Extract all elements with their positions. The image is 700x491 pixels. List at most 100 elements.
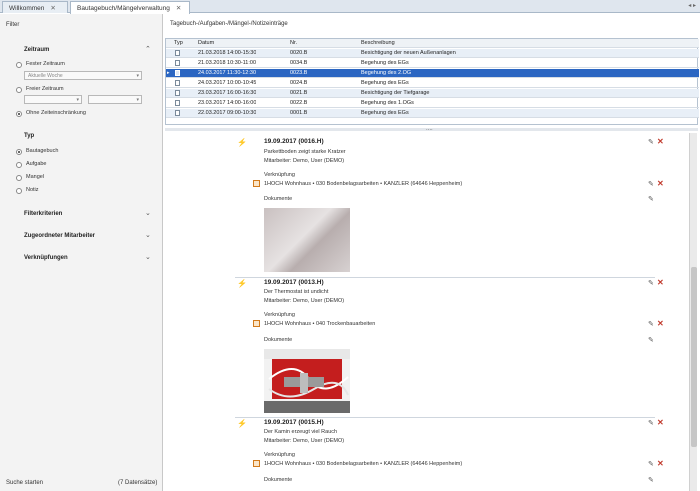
typ-option-label: Bautagebuch bbox=[26, 148, 59, 154]
delete-x-icon[interactable]: ✕ bbox=[657, 179, 664, 188]
table-row-selected[interactable]: ▸ 24.03.2017 11:30-12:30 0023.B Begehung… bbox=[166, 69, 699, 78]
chevron-down-icon[interactable]: ⌄ bbox=[145, 253, 151, 261]
edit-pencil-icon[interactable]: ✎ bbox=[648, 336, 654, 344]
zeitraum-heading[interactable]: Zeitraum bbox=[24, 47, 49, 53]
table-row[interactable]: 23.03.2017 16:00-16:30 0021.B Besichtigu… bbox=[166, 89, 699, 98]
cell-beschreibung: Begehung des 1.OGs bbox=[361, 100, 414, 106]
radio-freier-zeitraum[interactable] bbox=[16, 87, 22, 93]
edit-pencil-icon[interactable]: ✎ bbox=[648, 279, 654, 287]
document-icon bbox=[175, 100, 180, 106]
freier-zeitraum-label: Freier Zeitraum bbox=[26, 86, 64, 92]
fester-zeitraum-select[interactable]: Aktuelle Woche ▾ bbox=[24, 71, 142, 80]
vertical-scrollbar[interactable] bbox=[689, 133, 697, 491]
tab-scroll-arrows[interactable]: ◂ ▸ bbox=[688, 2, 696, 9]
tab-willkommen[interactable]: Willkommen ✕ bbox=[2, 1, 68, 13]
cell-beschreibung: Begehung des EGs bbox=[361, 80, 409, 86]
cell-nr: 0021.B bbox=[290, 90, 308, 96]
entry-mitarbeiter: Mitarbeiter: Demo, User (DEMO) bbox=[264, 298, 345, 304]
column-typ[interactable]: Typ bbox=[174, 40, 183, 46]
link-icon bbox=[253, 180, 260, 187]
entry-mitarbeiter: Mitarbeiter: Demo, User (DEMO) bbox=[264, 158, 345, 164]
edit-pencil-icon[interactable]: ✎ bbox=[648, 320, 654, 328]
radio-ohne-zeiteinschraenkung[interactable] bbox=[16, 111, 22, 117]
cell-datum: 21.03.2018 10:30-11:00 bbox=[198, 60, 257, 66]
cell-datum: 24.03.2017 11:30-12:30 bbox=[198, 70, 257, 76]
document-icon bbox=[175, 60, 180, 66]
document-icon bbox=[175, 50, 180, 56]
chevron-down-icon[interactable]: ⌄ bbox=[145, 209, 151, 217]
table-row[interactable]: 24.03.2017 10:00-10:45 0024.B Begehung d… bbox=[166, 79, 699, 88]
search-start-button[interactable]: Suche starten bbox=[6, 480, 43, 486]
column-nr[interactable]: Nr. bbox=[290, 40, 297, 46]
verknuepfung-value[interactable]: 1HOCH Wohnhaus • 030 Bodenbelagsarbeiten… bbox=[264, 181, 462, 187]
table-row[interactable]: 21.03.2018 14:00-15:30 0020.B Besichtigu… bbox=[166, 49, 699, 58]
cell-beschreibung: Besichtigung der neuen Außenanlagen bbox=[361, 50, 456, 56]
splitter-grip[interactable]: .... bbox=[426, 126, 433, 132]
edit-pencil-icon[interactable]: ✎ bbox=[648, 138, 654, 146]
chevron-down-icon: ▾ bbox=[76, 97, 79, 103]
radio-bautagebuch[interactable] bbox=[16, 149, 22, 155]
delete-x-icon[interactable]: ✕ bbox=[657, 418, 664, 427]
edit-pencil-icon[interactable]: ✎ bbox=[648, 419, 654, 427]
verknuepfung-value[interactable]: 1HOCH Wohnhaus • 030 Bodenbelagsarbeiten… bbox=[264, 461, 462, 467]
filterkriterien-heading[interactable]: Filterkriterien bbox=[24, 211, 62, 217]
cell-datum: 24.03.2017 10:00-10:45 bbox=[198, 80, 257, 86]
edit-pencil-icon[interactable]: ✎ bbox=[648, 460, 654, 468]
document-icon bbox=[175, 110, 180, 116]
freier-zeitraum-von[interactable]: ▾ bbox=[24, 95, 82, 104]
entry-title: 19.09.2017 (0015.H) bbox=[264, 419, 324, 426]
thermostat-photo bbox=[264, 349, 350, 413]
cell-beschreibung: Besichtigung der Tiefgarage bbox=[361, 90, 430, 96]
document-photo-thumbnail[interactable] bbox=[264, 349, 350, 413]
typ-option-label: Mangel bbox=[26, 174, 45, 180]
typ-option-label: Aufgabe bbox=[26, 161, 47, 167]
table-row[interactable]: 21.03.2018 10:30-11:00 0034.B Begehung d… bbox=[166, 59, 699, 68]
chevron-up-icon[interactable]: ⌃ bbox=[145, 45, 151, 53]
record-count: (7 Datensätze) bbox=[118, 480, 158, 486]
document-photo-thumbnail[interactable] bbox=[264, 208, 350, 272]
radio-aufgabe[interactable] bbox=[16, 162, 22, 168]
close-icon[interactable]: ✕ bbox=[176, 5, 181, 12]
scrollbar-thumb[interactable] bbox=[691, 267, 697, 447]
delete-x-icon[interactable]: ✕ bbox=[657, 137, 664, 146]
document-icon bbox=[175, 70, 180, 76]
cell-datum: 21.03.2018 14:00-15:30 bbox=[198, 50, 257, 56]
verknuepfung-value[interactable]: 1HOCH Wohnhaus • 040 Trockenbauarbeiten bbox=[264, 321, 375, 327]
grid-header: Typ Datum Nr. Beschreibung bbox=[166, 39, 699, 48]
dokumente-label: Dokumente bbox=[264, 477, 293, 483]
fester-zeitraum-label: Fester Zeitraum bbox=[26, 61, 65, 67]
entry-detail-list: ⚡ 19.09.2017 (0016.H) ✎ ✕ Parkettboden z… bbox=[165, 133, 698, 491]
chevron-down-icon[interactable]: ⌄ bbox=[145, 231, 151, 239]
verknuepfungen-heading[interactable]: Verknüpfungen bbox=[24, 255, 68, 261]
edit-pencil-icon[interactable]: ✎ bbox=[648, 476, 654, 484]
delete-x-icon[interactable]: ✕ bbox=[657, 319, 664, 328]
entry-separator bbox=[235, 417, 655, 418]
column-datum[interactable]: Datum bbox=[198, 40, 214, 46]
mitarbeiter-heading[interactable]: Zugeordneter Mitarbeiter bbox=[24, 233, 95, 239]
freier-zeitraum-bis[interactable]: ▾ bbox=[88, 95, 142, 104]
ohne-zeiteinschraenkung-label: Ohne Zeiteinschränkung bbox=[26, 110, 86, 116]
tab-bautagebuch-label: Bautagebuch/Mängelverwaltung bbox=[77, 5, 170, 12]
column-beschreibung[interactable]: Beschreibung bbox=[361, 40, 395, 46]
chevron-down-icon: ▾ bbox=[136, 73, 139, 79]
cell-nr: 0022.B bbox=[290, 100, 308, 106]
link-icon bbox=[253, 460, 260, 467]
table-row[interactable]: 23.03.2017 14:00-16:00 0022.B Begehung d… bbox=[166, 99, 699, 108]
tab-bautagebuch[interactable]: Bautagebuch/Mängelverwaltung ✕ bbox=[70, 1, 190, 14]
delete-x-icon[interactable]: ✕ bbox=[657, 278, 664, 287]
verknuepfung-label: Verknüpfung bbox=[264, 452, 295, 458]
close-icon[interactable]: ✕ bbox=[50, 5, 55, 12]
lightning-icon: ⚡ bbox=[237, 279, 247, 288]
radio-notiz[interactable] bbox=[16, 188, 22, 194]
radio-fester-zeitraum[interactable] bbox=[16, 62, 22, 68]
link-icon bbox=[253, 320, 260, 327]
filter-title: Filter bbox=[6, 22, 20, 28]
edit-pencil-icon[interactable]: ✎ bbox=[648, 195, 654, 203]
cell-beschreibung: Begehung des EGs bbox=[361, 110, 409, 116]
document-icon bbox=[175, 90, 180, 96]
cell-nr: 0001.B bbox=[290, 110, 308, 116]
radio-mangel[interactable] bbox=[16, 175, 22, 181]
delete-x-icon[interactable]: ✕ bbox=[657, 459, 664, 468]
table-row[interactable]: 22.03.2017 09:00-10:30 0001.B Begehung d… bbox=[166, 109, 699, 118]
edit-pencil-icon[interactable]: ✎ bbox=[648, 180, 654, 188]
